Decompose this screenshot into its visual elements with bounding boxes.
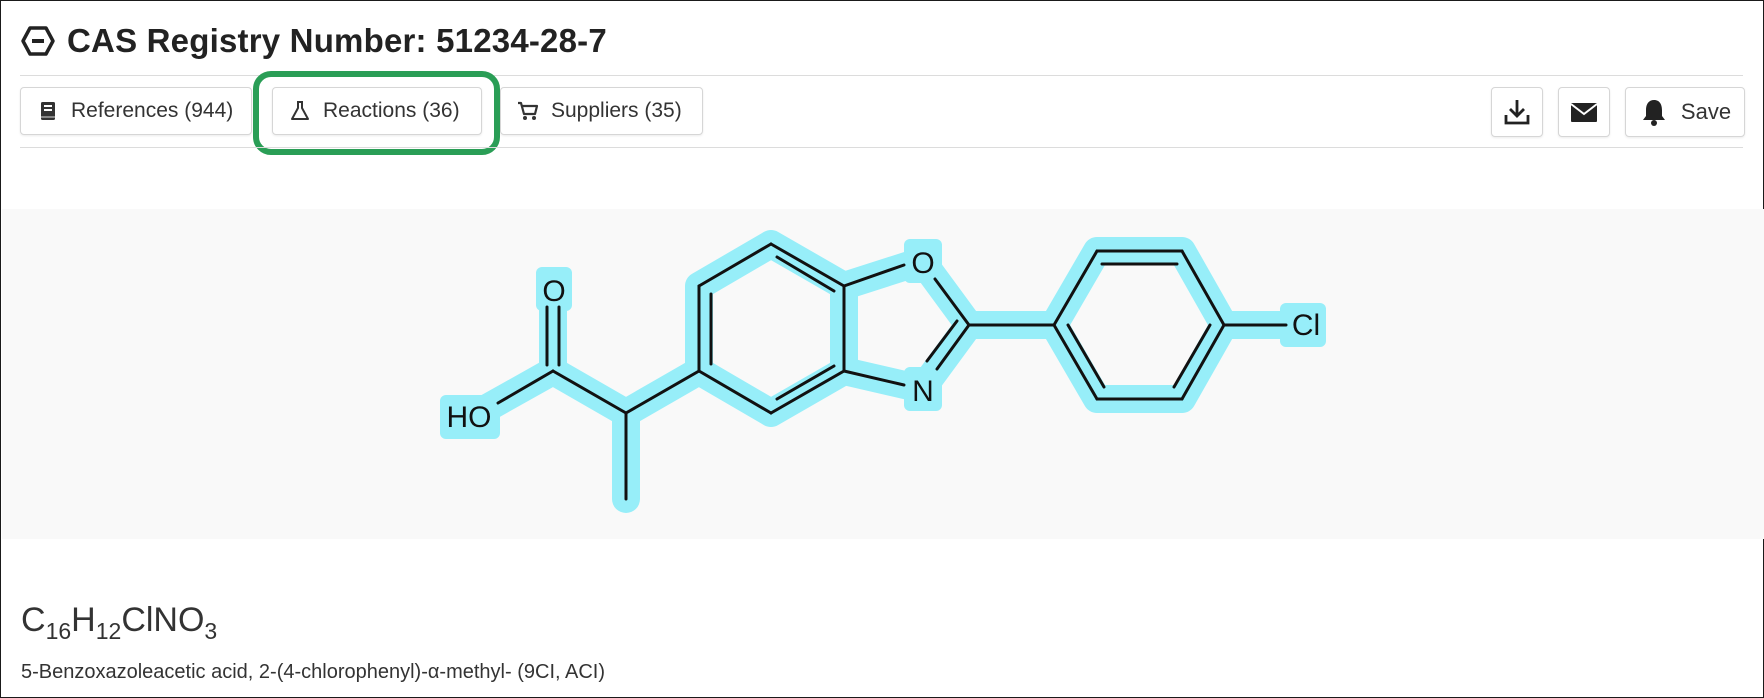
page-title: CAS Registry Number: 51234-28-7 bbox=[21, 17, 607, 65]
molecular-formula: C16H12ClNO3 bbox=[21, 601, 217, 645]
save-label: Save bbox=[1680, 99, 1732, 124]
formula-element: ClNO bbox=[121, 601, 205, 639]
atom-ring-n: N bbox=[912, 375, 934, 408]
formula-count: 16 bbox=[45, 618, 72, 644]
structure-panel: HO O O N Cl bbox=[2, 209, 1764, 539]
bell-icon bbox=[1642, 100, 1665, 126]
chemical-structure[interactable]: HO O O N Cl bbox=[2, 209, 1764, 539]
tab-references-label: References (944) bbox=[71, 99, 234, 122]
tab-references[interactable]: References (944) bbox=[20, 87, 252, 135]
envelope-icon bbox=[1570, 103, 1598, 122]
hexagon-substance-icon bbox=[21, 26, 55, 56]
atom-oh: HO bbox=[447, 401, 492, 434]
formula-element: H bbox=[71, 601, 96, 639]
formula-element: C bbox=[21, 601, 46, 639]
atom-ring-o: O bbox=[911, 247, 934, 280]
book-icon bbox=[41, 102, 55, 120]
chemical-name: 5-Benzoxazoleacetic acid, 2-(4-chlorophe… bbox=[21, 661, 606, 683]
divider bbox=[20, 147, 1743, 148]
substance-page: CAS Registry Number: 51234-28-7 Referenc… bbox=[0, 0, 1764, 698]
download-icon bbox=[1504, 100, 1530, 125]
atom-carbonyl-o: O bbox=[542, 275, 565, 308]
cart-icon bbox=[518, 101, 539, 120]
tab-suppliers-label: Suppliers (35) bbox=[551, 99, 682, 122]
download-button[interactable] bbox=[1491, 87, 1543, 137]
email-button[interactable] bbox=[1558, 87, 1610, 137]
title-text: CAS Registry Number: 51234-28-7 bbox=[67, 22, 607, 59]
atom-cl: Cl bbox=[1292, 309, 1320, 342]
structure-highlight bbox=[457, 230, 1306, 513]
reactions-tab-highlight bbox=[253, 71, 500, 155]
formula-count: 12 bbox=[95, 618, 122, 644]
save-button[interactable]: Save bbox=[1625, 87, 1745, 137]
tab-suppliers[interactable]: Suppliers (35) bbox=[500, 87, 703, 135]
formula-count: 3 bbox=[204, 618, 218, 644]
